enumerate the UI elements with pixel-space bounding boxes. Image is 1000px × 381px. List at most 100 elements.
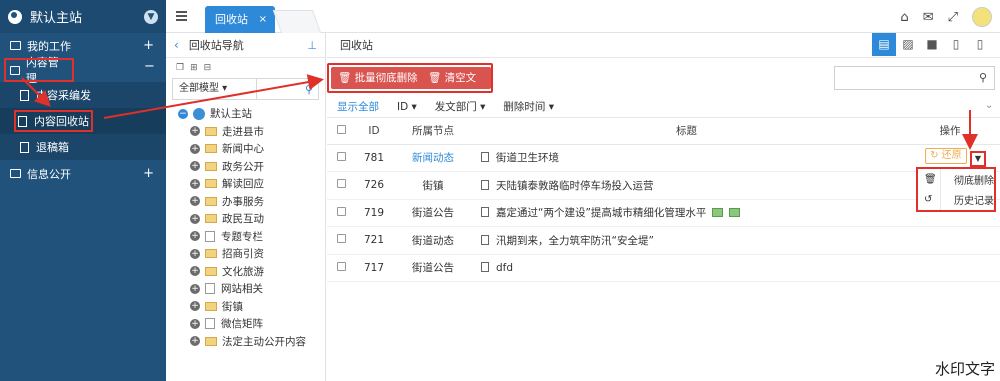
chevron-down-icon[interactable]: ⌄	[985, 100, 993, 111]
tree-node[interactable]: + 新闻中心	[178, 140, 325, 158]
collapse-tree-icon[interactable]: ⊟	[204, 63, 212, 73]
pin-icon[interactable]: ⊥	[307, 39, 317, 52]
chevron-down-icon[interactable]: ▼	[144, 9, 158, 24]
row-title[interactable]: 天陆镇泰敦路临时停车场投入运营	[496, 180, 654, 192]
table-row[interactable]: 781 新闻动态 街道卫生环境 ↻ 还原 ▼	[327, 144, 1000, 172]
tree-node[interactable]: + 解读回应	[178, 175, 325, 193]
row-checkbox[interactable]	[336, 151, 346, 161]
collapse-icon[interactable]: −	[144, 59, 155, 74]
tree-node[interactable]: + 专题专栏	[178, 228, 325, 246]
row-title[interactable]: 街道卫生环境	[496, 152, 559, 164]
search-input[interactable]: ⚲	[834, 66, 995, 90]
clear-all-button[interactable]: 🗑 清空文章	[421, 67, 491, 106]
row-title[interactable]: 汛期到来，全力筑牢防汛“安全堤”	[496, 235, 654, 247]
site-switcher[interactable]: 默认主站 ▼	[0, 0, 166, 33]
tree-node[interactable]: + 走进县市	[178, 123, 325, 141]
expand-icon[interactable]: +	[190, 126, 200, 137]
search-icon[interactable]: ⚲	[305, 83, 313, 96]
row-checkbox[interactable]	[336, 234, 346, 244]
expand-tree-icon[interactable]: ⊞	[190, 63, 198, 73]
chevron-down-icon[interactable]: ▼	[970, 151, 986, 168]
menu-item-history[interactable]: ↺ 历史记录	[918, 189, 994, 209]
sidebar-item-rejected[interactable]: 退稿箱	[0, 134, 166, 160]
avatar[interactable]	[972, 7, 992, 27]
tree-node[interactable]: + 文化旅游	[178, 263, 325, 281]
select-all-checkbox[interactable]	[336, 124, 346, 134]
globe-icon	[193, 107, 205, 120]
tree-node[interactable]: + 政民互动	[178, 210, 325, 228]
tree-node[interactable]: + 网站相关	[178, 280, 325, 298]
tree-node[interactable]: + 办事服务	[178, 193, 325, 211]
filter-delete-time[interactable]: 删除时间 ▾	[503, 99, 554, 114]
copy-icon[interactable]: ❐	[176, 63, 184, 73]
row-node[interactable]: 新闻动态	[393, 144, 473, 172]
close-icon[interactable]: ×	[259, 6, 267, 33]
col-actions: 操作	[900, 118, 1000, 145]
table-row[interactable]: 726 街镇 天陆镇泰敦路临时停车场投入运营	[327, 171, 1000, 200]
sidebar-item-public-info[interactable]: 信息公开 +	[0, 160, 166, 187]
image-view-icon[interactable]: ▨	[896, 33, 920, 56]
sidebar-item-content-management[interactable]: 内容管理	[4, 56, 74, 85]
table-row[interactable]: 719 街道公告 嘉定通过“两个建设”提高城市精细化管理水平	[327, 199, 1000, 227]
fullscreen-icon[interactable]: ⤢	[948, 10, 958, 25]
hamburger-icon[interactable]	[176, 11, 187, 21]
expand-icon[interactable]: +	[190, 283, 200, 294]
expand-icon[interactable]: +	[190, 301, 200, 312]
expand-icon[interactable]: +	[190, 143, 200, 154]
menu-item-delete[interactable]: 🗑 彻底删除	[918, 169, 994, 189]
sidebar-item-recycle-bin[interactable]: 内容回收站	[0, 108, 166, 134]
site-name: 默认主站	[30, 11, 83, 26]
search-icon[interactable]: ⚲	[972, 67, 994, 89]
row-node: 街道动态	[393, 226, 473, 255]
expand-icon[interactable]: +	[190, 178, 200, 189]
expand-icon[interactable]: +	[190, 161, 200, 172]
filter-show-all[interactable]: 显示全部	[337, 99, 379, 114]
tree-node-label: 网站相关	[221, 283, 263, 296]
expand-icon[interactable]: +	[190, 213, 200, 224]
expand-icon[interactable]: +	[190, 266, 200, 277]
chat-icon[interactable]: ✉	[923, 10, 934, 25]
new-tab[interactable]	[272, 10, 322, 33]
node-tree: − 默认主站 + 走进县市 + 新闻中心 + 政务公开 + 解读回应 + 办事服务 + 政民互动 + 专题专栏…	[166, 100, 325, 350]
view-switcher: ▤ ▨ ■ ▯ ▯	[872, 33, 992, 56]
expand-icon[interactable]: +	[190, 196, 200, 207]
tree-node[interactable]: + 招商引资	[178, 245, 325, 263]
tree-node-label: 专题专栏	[221, 230, 263, 243]
divider	[940, 169, 941, 210]
topbar: 回收站 × ⌂ ✉ ⤢	[166, 0, 1000, 33]
tree-node-label: 微信矩阵	[221, 318, 263, 331]
recycle-bin-highlight: 内容回收站	[14, 110, 93, 132]
tree-node[interactable]: + 政务公开	[178, 158, 325, 176]
row-checkbox[interactable]	[336, 261, 346, 271]
expand-icon[interactable]: +	[143, 38, 154, 53]
tree-node[interactable]: + 微信矩阵	[178, 315, 325, 333]
table-row[interactable]: 717 街道公告 dfd	[327, 254, 1000, 282]
tree-root[interactable]: − 默认主站	[178, 105, 325, 123]
row-title[interactable]: dfd	[496, 262, 513, 274]
page-view-icon[interactable]: ▯	[968, 33, 992, 56]
file-view-icon[interactable]: ▯	[944, 33, 968, 56]
row-checkbox[interactable]	[336, 179, 346, 189]
expand-icon[interactable]: +	[190, 336, 200, 347]
batch-delete-button[interactable]: 🗑 批量彻底删除	[331, 67, 425, 89]
tab-recycle-bin[interactable]: 回收站 ×	[205, 6, 275, 33]
back-icon[interactable]: ‹	[174, 38, 179, 52]
expand-icon[interactable]: +	[143, 166, 154, 181]
filter-dept[interactable]: 发文部门 ▾	[435, 99, 486, 114]
tree-node-label: 办事服务	[222, 195, 264, 208]
collapse-icon[interactable]: −	[178, 108, 188, 119]
restore-button[interactable]: ↻ 还原	[925, 148, 967, 165]
tree-node[interactable]: + 法定主动公开内容	[178, 333, 325, 351]
expand-icon[interactable]: +	[190, 231, 200, 242]
expand-icon[interactable]: +	[190, 318, 200, 329]
video-view-icon[interactable]: ■	[920, 33, 944, 56]
home-icon[interactable]: ⌂	[900, 10, 908, 25]
table-row[interactable]: 721 街道动态 汛期到来，全力筑牢防汛“安全堤”	[327, 226, 1000, 255]
tree-node[interactable]: + 街镇	[178, 298, 325, 316]
doc-view-icon[interactable]: ▤	[872, 33, 896, 56]
filter-id[interactable]: ID ▾	[397, 101, 417, 113]
expand-icon[interactable]: +	[190, 248, 200, 259]
row-title[interactable]: 嘉定通过“两个建设”提高城市精细化管理水平	[496, 207, 706, 219]
row-checkbox[interactable]	[336, 206, 346, 216]
model-select[interactable]: 全部模型 ▾	[173, 79, 257, 99]
